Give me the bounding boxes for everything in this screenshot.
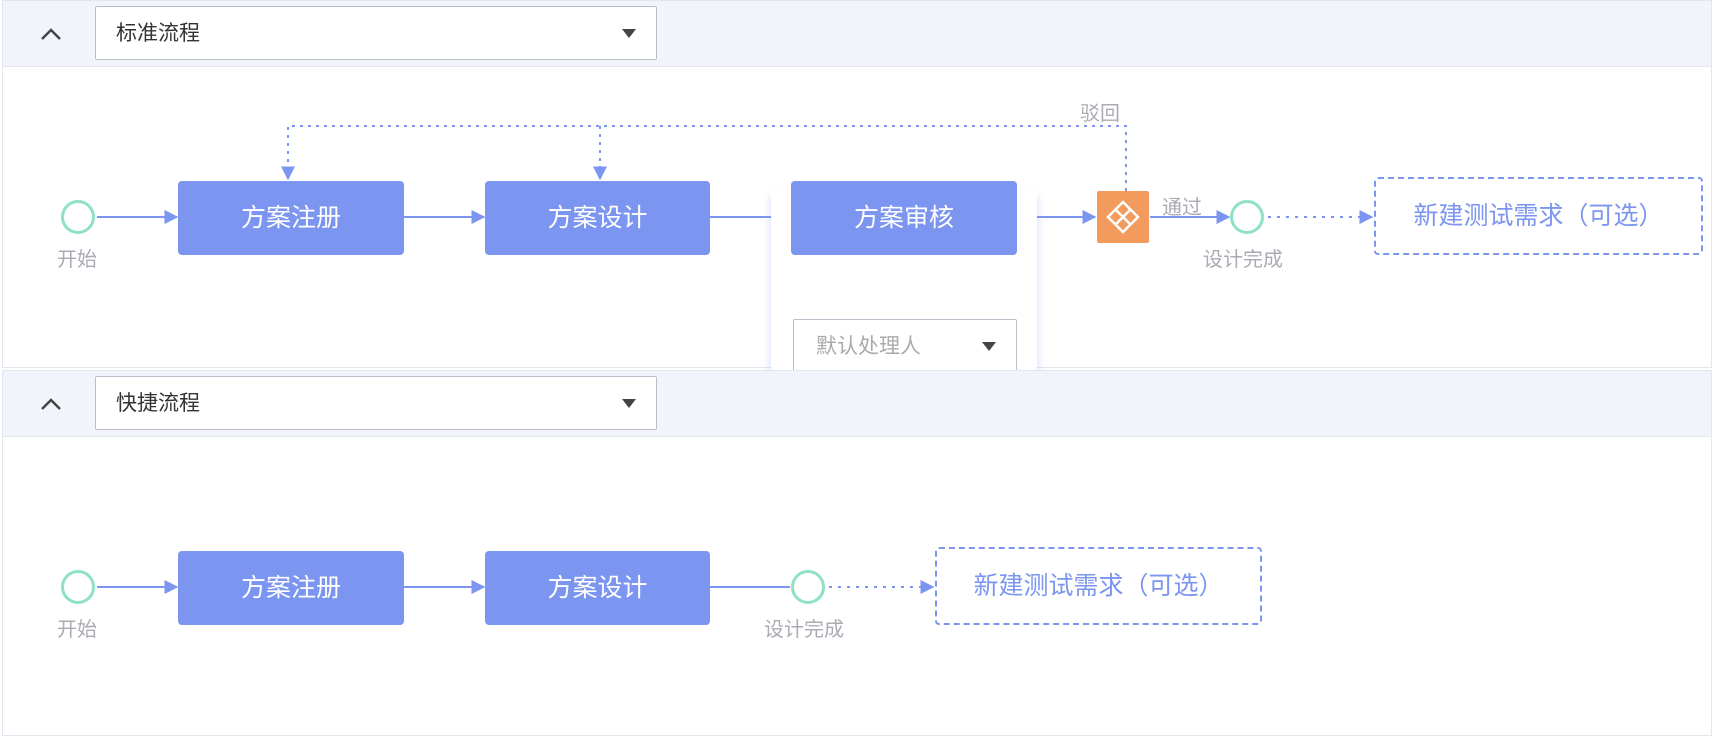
assignee-value: 默认处理人 <box>816 334 921 358</box>
optional-test-request-node[interactable]: 新建测试需求（可选） <box>1374 177 1703 255</box>
standard-flow-panel: 标准流程 开始 方案注册 方案设计 默认处理人 方案审核 驳回 通过 设计完成 … <box>2 0 1712 405</box>
start-event[interactable] <box>61 570 95 604</box>
collapse-button[interactable] <box>33 21 69 47</box>
start-label: 开始 <box>57 247 97 271</box>
flow-type-value: 快捷流程 <box>116 391 200 415</box>
caret-down-icon <box>982 342 996 351</box>
node-register[interactable]: 方案注册 <box>178 181 404 255</box>
start-label: 开始 <box>57 617 97 641</box>
collapse-button[interactable] <box>33 391 69 417</box>
end-label: 设计完成 <box>764 617 844 641</box>
flow-type-select[interactable]: 快捷流程 <box>95 376 657 430</box>
chevron-up-icon <box>41 28 61 40</box>
quick-flow-header: 快捷流程 <box>3 371 1711 437</box>
caret-down-icon <box>622 29 636 38</box>
node-design[interactable]: 方案设计 <box>485 181 710 255</box>
gateway-diamond-icon <box>1106 200 1140 234</box>
end-event[interactable] <box>1230 200 1264 234</box>
optional-test-request-node[interactable]: 新建测试需求（可选） <box>935 547 1262 625</box>
quick-flow-panel: 快捷流程 开始 方案注册 方案设计 设计完成 新建测试需求（可选） <box>2 370 1712 736</box>
node-register[interactable]: 方案注册 <box>178 551 404 625</box>
end-event[interactable] <box>791 570 825 604</box>
node-design[interactable]: 方案设计 <box>485 551 710 625</box>
standard-flow-canvas-area: 开始 方案注册 方案设计 默认处理人 方案审核 驳回 通过 设计完成 新建测试需… <box>3 67 1711 405</box>
caret-down-icon <box>622 399 636 408</box>
node-review[interactable]: 方案审核 <box>791 181 1017 255</box>
standard-flow-header: 标准流程 <box>3 1 1711 67</box>
reject-label: 驳回 <box>1080 101 1120 125</box>
decision-gateway[interactable] <box>1097 191 1149 243</box>
chevron-up-icon <box>41 398 61 410</box>
flow-type-value: 标准流程 <box>116 21 200 45</box>
end-label: 设计完成 <box>1203 247 1283 271</box>
quick-flow-canvas-area: 开始 方案注册 方案设计 设计完成 新建测试需求（可选） <box>3 437 1711 735</box>
flow-type-select[interactable]: 标准流程 <box>95 6 657 60</box>
pass-label: 通过 <box>1162 195 1202 219</box>
assignee-select[interactable]: 默认处理人 <box>793 319 1017 373</box>
start-event[interactable] <box>61 200 95 234</box>
